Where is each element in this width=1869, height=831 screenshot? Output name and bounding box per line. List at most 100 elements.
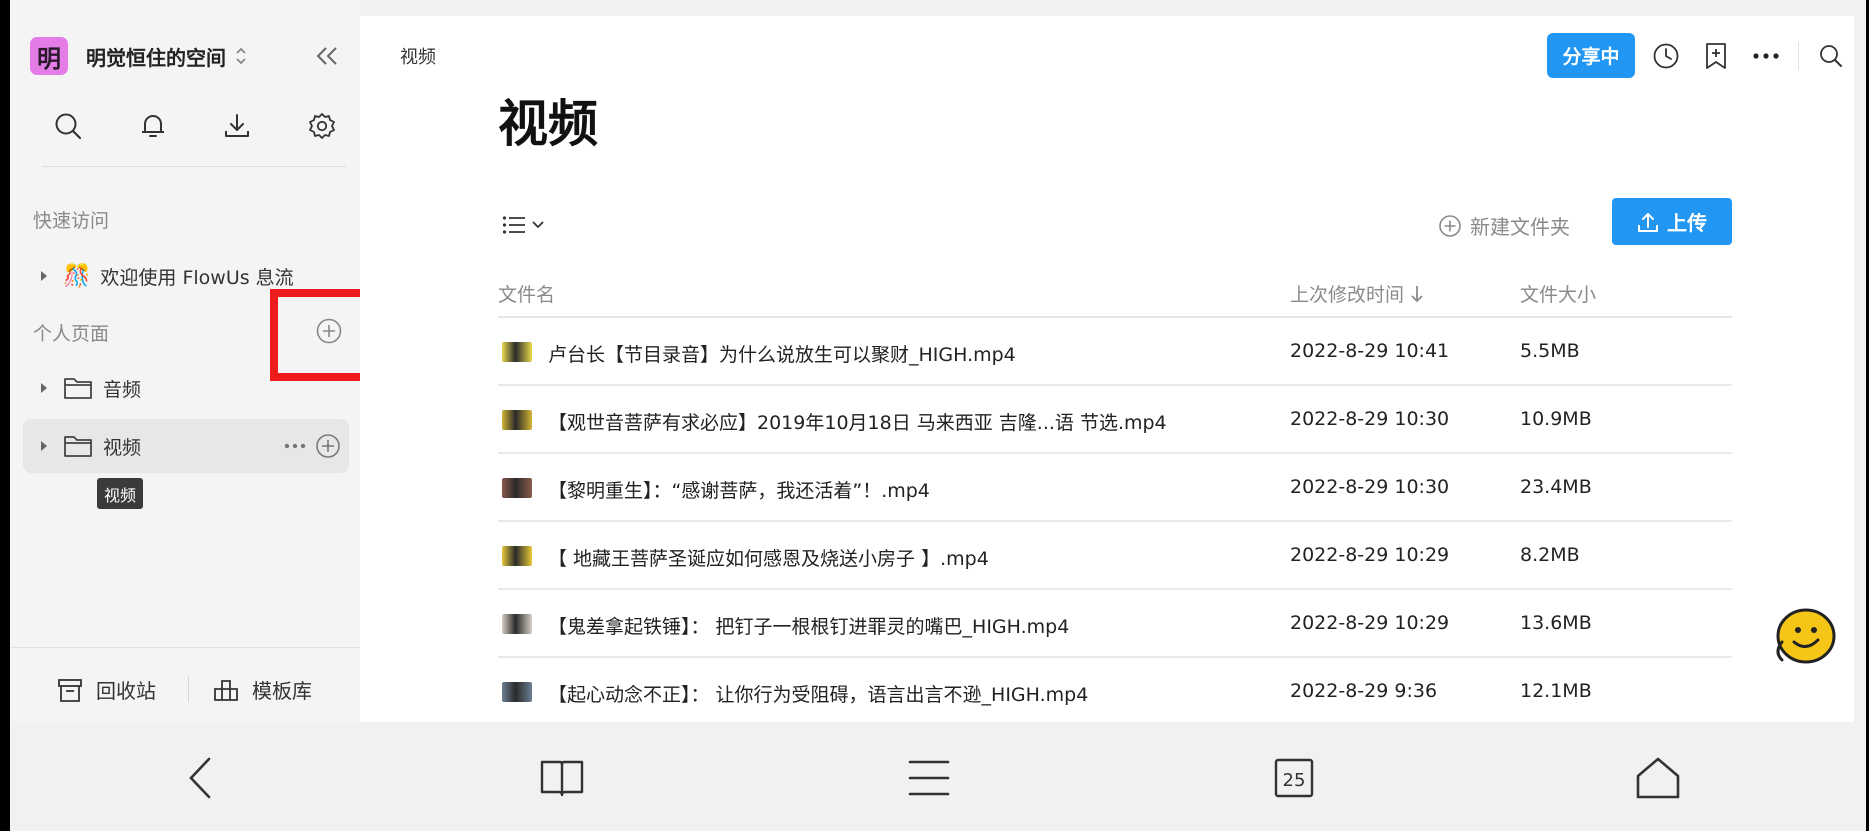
- assistant-mascot-icon[interactable]: [1770, 600, 1840, 670]
- bookmark-button[interactable]: [1698, 38, 1734, 74]
- table-row[interactable]: 【起心动念不正】： 让你行为受阻碍，语言出言不逊_HIGH.mp4 2022-8-…: [498, 658, 1732, 726]
- menu-button[interactable]: [901, 754, 957, 802]
- home-button[interactable]: [1630, 754, 1686, 802]
- notifications-button[interactable]: [135, 108, 171, 144]
- new-folder-button[interactable]: 新建文件夹: [1438, 211, 1570, 240]
- back-icon: [189, 757, 211, 799]
- tabs-icon: 25: [1274, 758, 1314, 798]
- folder-icon: [64, 436, 92, 457]
- table-row[interactable]: 卢台长【节目录音】为什么说放生可以聚财_HIGH.mp4 2022-8-29 10…: [498, 318, 1732, 386]
- chevron-updown-icon: [236, 47, 246, 65]
- back-button[interactable]: [172, 754, 228, 802]
- sidebar-toolbar: [50, 108, 340, 144]
- file-name[interactable]: 【 地藏王菩萨圣诞应如何感恩及烧送小房子 】.mp4: [548, 544, 989, 571]
- expand-arrow-icon[interactable]: [31, 440, 57, 452]
- bell-icon: [141, 115, 164, 137]
- confetti-icon: 🎊: [63, 263, 91, 289]
- collapse-sidebar-icon[interactable]: [312, 43, 342, 69]
- sidebar-footer-divider: [10, 647, 360, 648]
- search-icon: [1820, 45, 1842, 67]
- downloads-button[interactable]: [219, 108, 255, 144]
- expand-arrow-icon[interactable]: [31, 382, 57, 394]
- file-modified: 2022-8-29 10:41: [1290, 340, 1450, 362]
- video-thumbnail: [502, 546, 532, 566]
- column-header-size[interactable]: 文件大小: [1520, 280, 1596, 307]
- search-button[interactable]: [50, 108, 86, 144]
- video-thumbnail: [502, 682, 532, 702]
- home-icon: [1636, 757, 1680, 799]
- file-size: 10.9MB: [1520, 408, 1592, 430]
- trash-button[interactable]: 回收站: [56, 675, 156, 704]
- chevron-down-icon: [532, 221, 544, 229]
- video-thumbnail: [502, 410, 532, 430]
- file-modified: 2022-8-29 10:29: [1290, 612, 1450, 634]
- table-body: 卢台长【节目录音】为什么说放生可以聚财_HIGH.mp4 2022-8-29 10…: [498, 318, 1732, 726]
- browser-bottom-nav: 25: [10, 722, 1866, 831]
- file-modified: 2022-8-29 10:30: [1290, 476, 1450, 498]
- file-size: 5.5MB: [1520, 340, 1580, 362]
- templates-button[interactable]: 模板库: [212, 675, 312, 704]
- file-name[interactable]: 【黎明重生】：“感谢菩萨，我还活着”！.mp4: [548, 476, 930, 503]
- search-icon: [55, 113, 82, 140]
- column-header-modified-label: 上次修改时间: [1290, 284, 1405, 306]
- table-row[interactable]: 【观世音菩萨有求必应】2019年10月18日 马来西亚 吉隆...语 节选.mp…: [498, 386, 1732, 454]
- book-icon: [540, 760, 584, 797]
- breadcrumb[interactable]: 视频: [400, 43, 436, 69]
- share-button[interactable]: 分享中: [1547, 33, 1635, 78]
- column-header-modified[interactable]: 上次修改时间: [1290, 280, 1424, 307]
- new-folder-label: 新建文件夹: [1470, 215, 1570, 239]
- workspace-switcher[interactable]: 明 明觉恒住的空间: [30, 37, 350, 75]
- column-header-name[interactable]: 文件名: [498, 280, 555, 307]
- download-icon: [225, 114, 250, 137]
- templates-label: 模板库: [252, 679, 312, 703]
- template-icon: [214, 679, 238, 701]
- sidebar-divider: [42, 166, 346, 167]
- table-row[interactable]: 【鬼差拿起铁锤】： 把钉子一根根钉进罪灵的嘴巴_HIGH.mp4 2022-8-2…: [498, 590, 1732, 658]
- bookmarks-button[interactable]: [534, 754, 590, 802]
- tabs-button[interactable]: 25: [1266, 754, 1322, 802]
- workspace-name: 明觉恒住的空间: [86, 45, 226, 70]
- upload-button[interactable]: 上传: [1612, 198, 1732, 245]
- search-button[interactable]: [1813, 38, 1849, 74]
- file-modified: 2022-8-29 10:30: [1290, 408, 1450, 430]
- row-actions: [283, 433, 341, 459]
- main-panel: 视频 分享中 视频 新建文件夹 上传 文件名 上次修改时间 文件大小 卢台长【节…: [360, 16, 1854, 726]
- personal-pages-label: 个人页面: [33, 323, 110, 345]
- file-name[interactable]: 【鬼差拿起铁锤】： 把钉子一根根钉进罪灵的嘴巴_HIGH.mp4: [548, 612, 1069, 639]
- gear-icon: [309, 113, 335, 139]
- more-icon[interactable]: [283, 433, 307, 459]
- file-name[interactable]: 【观世音菩萨有求必应】2019年10月18日 马来西亚 吉隆...语 节选.mp…: [548, 408, 1167, 435]
- sidebar-item-video[interactable]: 视频: [23, 419, 349, 473]
- file-size: 13.6MB: [1520, 612, 1592, 634]
- trash-icon: [58, 678, 82, 702]
- table-row[interactable]: 【 地藏王菩萨圣诞应如何感恩及烧送小房子 】.mp4 2022-8-29 10:2…: [498, 522, 1732, 590]
- file-size: 23.4MB: [1520, 476, 1592, 498]
- add-page-icon[interactable]: [315, 433, 341, 459]
- page-toolbar: [1648, 38, 1863, 74]
- settings-button[interactable]: [304, 108, 340, 144]
- file-modified: 2022-8-29 10:29: [1290, 544, 1450, 566]
- view-mode-toggle[interactable]: [502, 210, 544, 240]
- upload-label: 上传: [1667, 211, 1707, 235]
- footer-separator: [188, 676, 189, 702]
- video-thumbnail: [502, 614, 532, 634]
- file-size: 8.2MB: [1520, 544, 1580, 566]
- menu-icon: [908, 760, 950, 796]
- file-modified: 2022-8-29 9:36: [1290, 680, 1438, 702]
- screen-edge-left: [0, 0, 10, 831]
- file-name[interactable]: 卢台长【节目录音】为什么说放生可以聚财_HIGH.mp4: [548, 340, 1016, 367]
- file-name[interactable]: 【起心动念不正】： 让你行为受阻碍，语言出言不逊_HIGH.mp4: [548, 680, 1088, 707]
- plus-circle-icon: [1439, 214, 1461, 237]
- quick-access-label: 快速访问: [33, 210, 110, 232]
- tooltip: 视频: [97, 478, 144, 509]
- sidebar-item-label: 视频: [103, 436, 142, 459]
- table-row[interactable]: 【黎明重生】：“感谢菩萨，我还活着”！.mp4 2022-8-29 10:30 23…: [498, 454, 1732, 522]
- more-button[interactable]: [1748, 38, 1784, 74]
- history-button[interactable]: [1648, 38, 1684, 74]
- arrow-down-icon: [1411, 285, 1423, 302]
- workspace-avatar: 明: [30, 37, 68, 75]
- more-icon: [1753, 53, 1779, 59]
- sidebar-item-label: 欢迎使用 FlowUs 息流: [100, 266, 294, 289]
- video-thumbnail: [502, 478, 532, 498]
- expand-arrow-icon[interactable]: [31, 270, 57, 282]
